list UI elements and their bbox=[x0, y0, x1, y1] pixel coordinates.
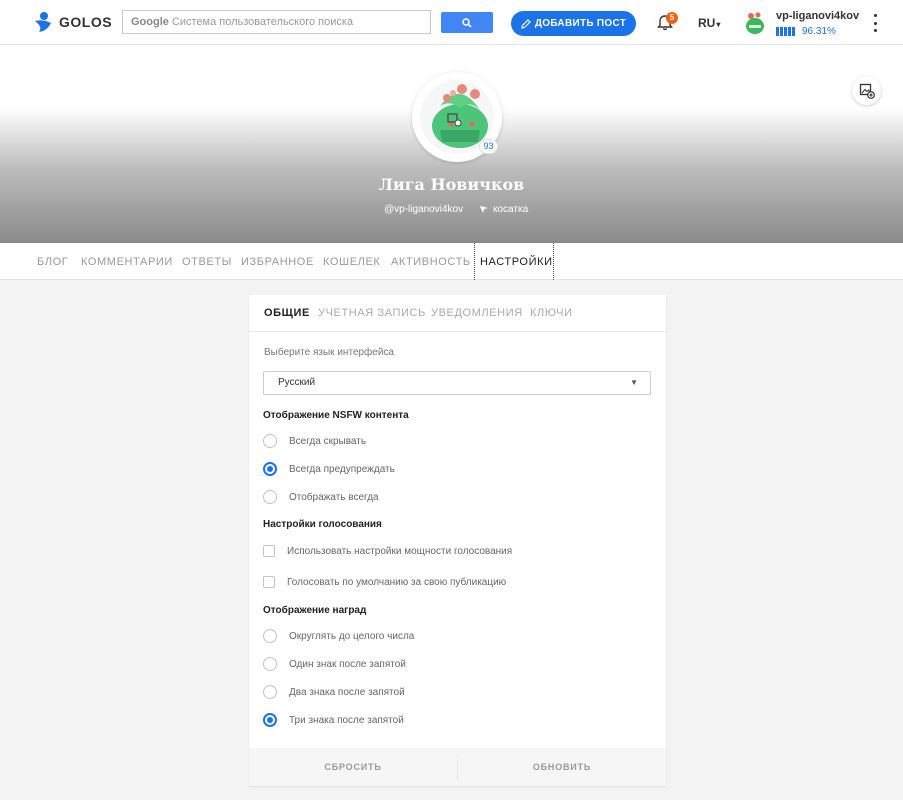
nav-tab-blog[interactable]: БЛОГ bbox=[37, 256, 68, 268]
settings-footer: СБРОСИТЬ ОБНОВИТЬ bbox=[249, 748, 666, 786]
pencil-icon bbox=[521, 18, 531, 29]
search-button[interactable] bbox=[441, 12, 493, 33]
nav-tab-favorites[interactable]: ИЗБРАННОЕ bbox=[241, 256, 314, 268]
user-name[interactable]: vp-liganovi4kov bbox=[776, 10, 859, 22]
language-select[interactable]: Русский ▼ bbox=[263, 371, 651, 395]
radio-button[interactable] bbox=[263, 434, 277, 448]
location-icon bbox=[480, 206, 488, 213]
nsfw-option-hide[interactable]: Всегда скрывать bbox=[263, 433, 366, 449]
nsfw-option-warn-label: Всегда предупреждать bbox=[289, 463, 395, 475]
radio-button[interactable] bbox=[263, 629, 277, 643]
rewards-option-integer-label: Округлять до целого числа bbox=[289, 630, 415, 642]
rewards-section-title: Отображение наград bbox=[263, 605, 367, 616]
user-avatar-icon[interactable] bbox=[744, 11, 766, 35]
radio-button[interactable] bbox=[263, 490, 277, 504]
update-button[interactable]: ОБНОВИТЬ bbox=[458, 748, 666, 786]
voting-option-power[interactable]: Использовать настройки мощности голосова… bbox=[263, 543, 512, 559]
settings-tabs: ОБЩИЕ УЧЕТНАЯ ЗАПИСЬ УВЕДОМЛЕНИЯ КЛЮЧИ bbox=[249, 295, 666, 332]
reset-button[interactable]: СБРОСИТЬ bbox=[249, 748, 457, 786]
nav-tab-activity[interactable]: АКТИВНОСТЬ bbox=[391, 256, 471, 268]
search-brand: Google bbox=[131, 16, 169, 28]
golos-logo[interactable]: GOLOS bbox=[33, 11, 112, 33]
language-switcher[interactable]: RU▾ bbox=[698, 16, 720, 30]
nsfw-option-warn[interactable]: Всегда предупреждать bbox=[263, 461, 395, 477]
rewards-option-two-decimals-label: Два знака после запятой bbox=[289, 686, 405, 698]
nav-tab-comments[interactable]: КОММЕНТАРИИ bbox=[81, 256, 173, 268]
checkbox[interactable] bbox=[263, 576, 275, 588]
tab-account[interactable]: УЧЕТНАЯ ЗАПИСЬ bbox=[318, 307, 426, 319]
settings-card: ОБЩИЕ УЧЕТНАЯ ЗАПИСЬ УВЕДОМЛЕНИЯ КЛЮЧИ В… bbox=[249, 295, 666, 786]
profile-handle: @vp-liganovi4kov bbox=[384, 204, 464, 215]
add-image-icon bbox=[859, 83, 875, 99]
voting-option-self-label: Голосовать по умолчанию за свою публикац… bbox=[287, 576, 507, 588]
nsfw-option-show-label: Отображать всегда bbox=[289, 491, 379, 503]
voting-power: 96.31% bbox=[776, 26, 836, 37]
search-icon bbox=[462, 17, 472, 28]
voting-power-bars bbox=[776, 27, 796, 36]
radio-button-selected[interactable] bbox=[263, 462, 277, 476]
profile-nav: БЛОГ КОММЕНТАРИИ ОТВЕТЫ ИЗБРАННОЕ КОШЕЛЕ… bbox=[0, 243, 903, 280]
nav-tab-replies[interactable]: ОТВЕТЫ bbox=[182, 256, 232, 268]
logo-text: GOLOS bbox=[59, 14, 113, 30]
reputation-badge: 93 bbox=[479, 139, 498, 154]
search-placeholder: Система пользовательского поиска bbox=[171, 16, 354, 28]
tab-notifications[interactable]: УВЕДОМЛЕНИЯ bbox=[431, 307, 523, 319]
profile-location: косатка bbox=[479, 204, 528, 215]
voting-power-value: 96.31% bbox=[802, 26, 836, 37]
voting-option-power-label: Использовать настройки мощности голосова… bbox=[287, 545, 513, 557]
voting-section-title: Настройки голосования bbox=[263, 519, 382, 530]
rewards-option-integer[interactable]: Округлять до целого числа bbox=[263, 628, 414, 644]
rewards-option-three-decimals-label: Три знака после запятой bbox=[289, 714, 404, 726]
nav-tab-settings-label: НАСТРОЙКИ bbox=[480, 256, 553, 268]
radio-button[interactable] bbox=[263, 657, 277, 671]
profile-name: Лига Новичков bbox=[378, 175, 525, 194]
add-post-button[interactable]: ДОБАВИТЬ ПОСТ bbox=[511, 11, 636, 36]
profile-location-text: косатка bbox=[493, 204, 529, 215]
rewards-option-two-decimals[interactable]: Два знака после запятой bbox=[263, 684, 405, 700]
voting-option-self[interactable]: Голосовать по умолчанию за свою публикац… bbox=[263, 574, 506, 590]
nsfw-option-hide-label: Всегда скрывать bbox=[289, 435, 367, 447]
search-input[interactable]: Google Система пользовательского поиска bbox=[122, 10, 431, 34]
nsfw-section-title: Отображение NSFW контента bbox=[263, 410, 409, 421]
radio-button-selected[interactable] bbox=[263, 713, 277, 727]
golos-logo-icon bbox=[35, 12, 51, 32]
tab-general[interactable]: ОБЩИЕ bbox=[264, 307, 310, 319]
checkbox[interactable] bbox=[263, 545, 275, 557]
nav-tab-wallet[interactable]: КОШЕЛЕК bbox=[323, 256, 380, 268]
nsfw-option-show[interactable]: Отображать всегда bbox=[263, 489, 379, 505]
nav-tab-settings[interactable]: НАСТРОЙКИ bbox=[474, 243, 554, 280]
language-select-label: Выберите язык интерфейса bbox=[264, 347, 394, 358]
tab-keys[interactable]: КЛЮЧИ bbox=[530, 307, 573, 319]
rewards-option-three-decimals[interactable]: Три знака после запятой bbox=[263, 712, 404, 728]
caret-down-icon: ▼ bbox=[630, 378, 638, 387]
language-select-value: Русский bbox=[278, 377, 316, 388]
rewards-option-one-decimal[interactable]: Один знак после запятой bbox=[263, 656, 406, 672]
chevron-down-icon: ▾ bbox=[716, 20, 721, 29]
add-post-label: ДОБАВИТЬ ПОСТ bbox=[534, 18, 627, 29]
more-menu-icon[interactable] bbox=[872, 14, 878, 32]
rewards-option-one-decimal-label: Один знак после запятой bbox=[289, 658, 406, 670]
notifications-badge: 5 bbox=[666, 12, 678, 24]
language-label: RU bbox=[698, 16, 716, 30]
top-bar: GOLOS Google Система пользовательского по… bbox=[0, 0, 903, 45]
edit-cover-button[interactable] bbox=[852, 76, 881, 105]
radio-button[interactable] bbox=[263, 685, 277, 699]
